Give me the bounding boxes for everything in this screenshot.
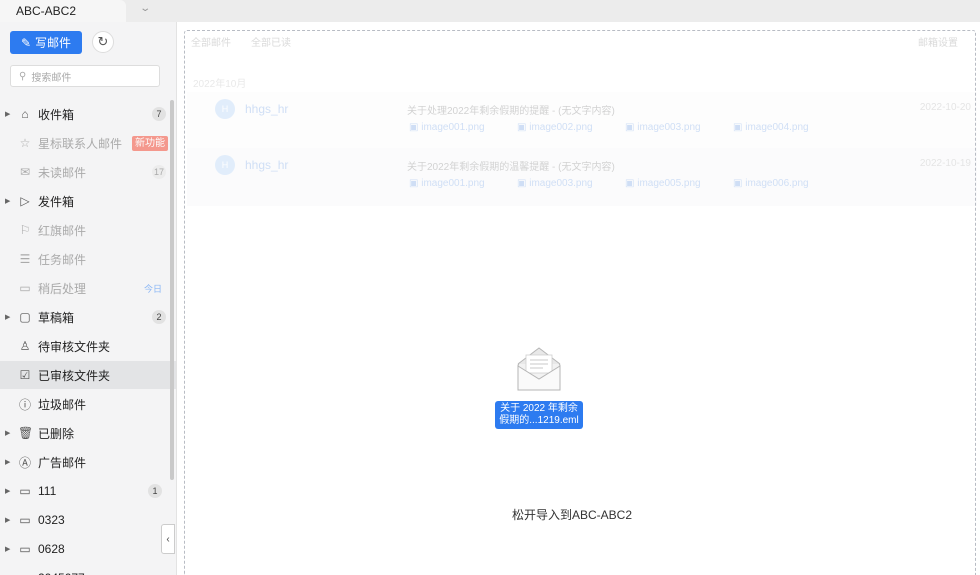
checked-box-icon: ☑ <box>19 368 31 382</box>
folder-icon: ▭ <box>18 571 32 575</box>
sidebar-item-drafts[interactable]: ▶ ▢ 草稿箱 2 <box>0 303 176 331</box>
sidebar-item-label: 星标联系人邮件 <box>38 136 123 151</box>
sidebar-item-starred-contacts[interactable]: ☆ 星标联系人邮件 新功能 <box>0 129 176 157</box>
chevron-left-icon: ‹ <box>166 533 170 545</box>
refresh-icon[interactable]: ↻ <box>92 31 114 53</box>
sidebar-item-spam[interactable]: ⓘ 垃圾邮件 <box>0 390 176 418</box>
folder-icon: ▭ <box>19 513 31 527</box>
sidebar-item-unread[interactable]: ✉ 未读邮件 17 <box>0 158 176 186</box>
expand-arrow-icon[interactable]: ▶ <box>5 487 10 495</box>
today-tag: 今日 <box>143 283 162 294</box>
search-input[interactable]: ⚲ 搜索邮件 <box>10 65 160 87</box>
sidebar-item-label: 发件箱 <box>38 194 75 209</box>
sidebar-item-label: 已删除 <box>38 426 75 441</box>
collapse-sidebar-button[interactable]: ‹ <box>161 524 175 554</box>
sidebar-item-label: 草稿箱 <box>38 310 75 325</box>
draft-count-badge: 2 <box>152 310 166 324</box>
stamp-icon: ♙ <box>19 339 31 353</box>
inbox-icon: ⌂ <box>21 107 29 121</box>
draft-icon: ▢ <box>19 310 31 324</box>
trash-icon: 🗑 <box>18 426 34 440</box>
drop-zone[interactable] <box>184 30 976 575</box>
account-name: ABC-ABC2 <box>16 4 77 18</box>
dragged-file-label: 关于 2022 年剩余 假期的...1219.eml <box>495 401 583 429</box>
sidebar: ✎ 写邮件 ↻ ⚲ 搜索邮件 ▶ ⌂ 收件箱 7 ☆ 星标联系人邮件 新功能 ✉… <box>0 22 177 575</box>
unread-count-badge: 7 <box>152 107 166 121</box>
sidebar-item-folder-111[interactable]: ▶ ▭ 111 1 <box>0 477 176 505</box>
new-feature-badge: 新功能 <box>132 135 168 151</box>
sidebar-item-pending-review[interactable]: ♙ 待审核文件夹 <box>0 332 176 360</box>
sidebar-item-label: 0628 <box>38 542 65 556</box>
eml-file-icon[interactable] <box>515 346 563 392</box>
mail-list-pane: 全部邮件 全部已读 邮箱设置 2022年10月 H hhgs_hr 关于处理20… <box>177 22 980 575</box>
folder-icon: ▭ <box>19 542 31 556</box>
ad-icon: Ⓐ <box>18 455 31 470</box>
sidebar-item-inbox[interactable]: ▶ ⌂ 收件箱 7 <box>0 100 176 128</box>
expand-arrow-icon[interactable]: ▶ <box>5 313 10 321</box>
sidebar-item-label: 111 <box>38 484 57 498</box>
sidebar-item-label: 未读邮件 <box>38 165 87 180</box>
folder-count-badge: 1 <box>148 484 162 498</box>
sidebar-item-later[interactable]: ▭ 稍后处理 今日 <box>0 274 176 302</box>
expand-arrow-icon[interactable]: ▶ <box>5 429 10 437</box>
expand-arrow-icon[interactable]: ▶ <box>5 545 10 553</box>
send-icon: ▷ <box>20 194 30 208</box>
dragged-file-name-line1: 关于 2022 年剩余 <box>500 403 578 414</box>
sidebar-item-folder-0628[interactable]: ▶ ▭ 0628 <box>0 535 176 563</box>
top-bar: ABC-ABC2 ⌄ <box>0 0 980 22</box>
sidebar-item-label: 待审核文件夹 <box>38 339 111 354</box>
search-icon: ⚲ <box>19 70 27 82</box>
chevron-down-icon[interactable]: ⌄ <box>139 3 151 14</box>
sidebar-item-label: 广告邮件 <box>38 455 87 470</box>
sidebar-item-label: 稍后处理 <box>38 281 87 296</box>
compose-label: 写邮件 <box>35 36 72 50</box>
sidebar-item-tasks[interactable]: ☰ 任务邮件 <box>0 245 176 273</box>
sidebar-item-flagged[interactable]: ⚐ 红旗邮件 <box>0 216 176 244</box>
sidebar-item-label: 任务邮件 <box>38 252 87 267</box>
sidebar-item-outbox[interactable]: ▶ ▷ 发件箱 <box>0 187 176 215</box>
sidebar-item-reviewed[interactable]: ☑ 已审核文件夹 <box>0 361 176 389</box>
sidebar-scrollbar[interactable] <box>170 100 174 480</box>
expand-arrow-icon[interactable]: ▶ <box>5 110 10 118</box>
alert-circle-icon: ⓘ <box>18 397 31 412</box>
sidebar-item-folder-2045077[interactable]: ▭ 2045077 <box>0 564 176 575</box>
expand-arrow-icon[interactable]: ▶ <box>5 458 10 466</box>
search-placeholder: 搜索邮件 <box>31 72 72 84</box>
folder-icon: ▭ <box>19 484 31 498</box>
expand-arrow-icon[interactable]: ▶ <box>5 516 10 524</box>
envelope-icon: ✉ <box>19 165 31 179</box>
dragged-file-name-line2: 假期的...1219.eml <box>499 415 579 426</box>
expand-arrow-icon[interactable]: ▶ <box>5 197 10 205</box>
sidebar-item-ads[interactable]: ▶ Ⓐ 广告邮件 <box>0 448 176 476</box>
sidebar-item-deleted[interactable]: ▶ 🗑 已删除 <box>0 419 176 447</box>
sidebar-item-folder-0323[interactable]: ▶ ▭ 0323 <box>0 506 176 534</box>
account-tab[interactable]: ABC-ABC2 <box>0 0 126 22</box>
task-list-icon: ☰ <box>19 252 31 266</box>
pen-icon: ✎ <box>20 35 32 50</box>
star-icon: ☆ <box>19 136 31 150</box>
sidebar-item-label: 0323 <box>38 513 65 527</box>
compose-button[interactable]: ✎ 写邮件 <box>10 31 82 54</box>
folder-icon: ▭ <box>19 281 31 295</box>
flag-icon: ⚐ <box>19 223 31 237</box>
sidebar-item-label: 已审核文件夹 <box>38 368 111 383</box>
sidebar-item-label: 红旗邮件 <box>38 223 87 238</box>
sidebar-item-label: 垃圾邮件 <box>38 397 87 412</box>
sidebar-item-label: 2045077 <box>38 571 85 575</box>
unread-count-badge: 17 <box>151 165 166 179</box>
drop-hint: 松开导入到ABC-ABC2 <box>511 508 633 522</box>
sidebar-item-label: 收件箱 <box>38 107 75 122</box>
